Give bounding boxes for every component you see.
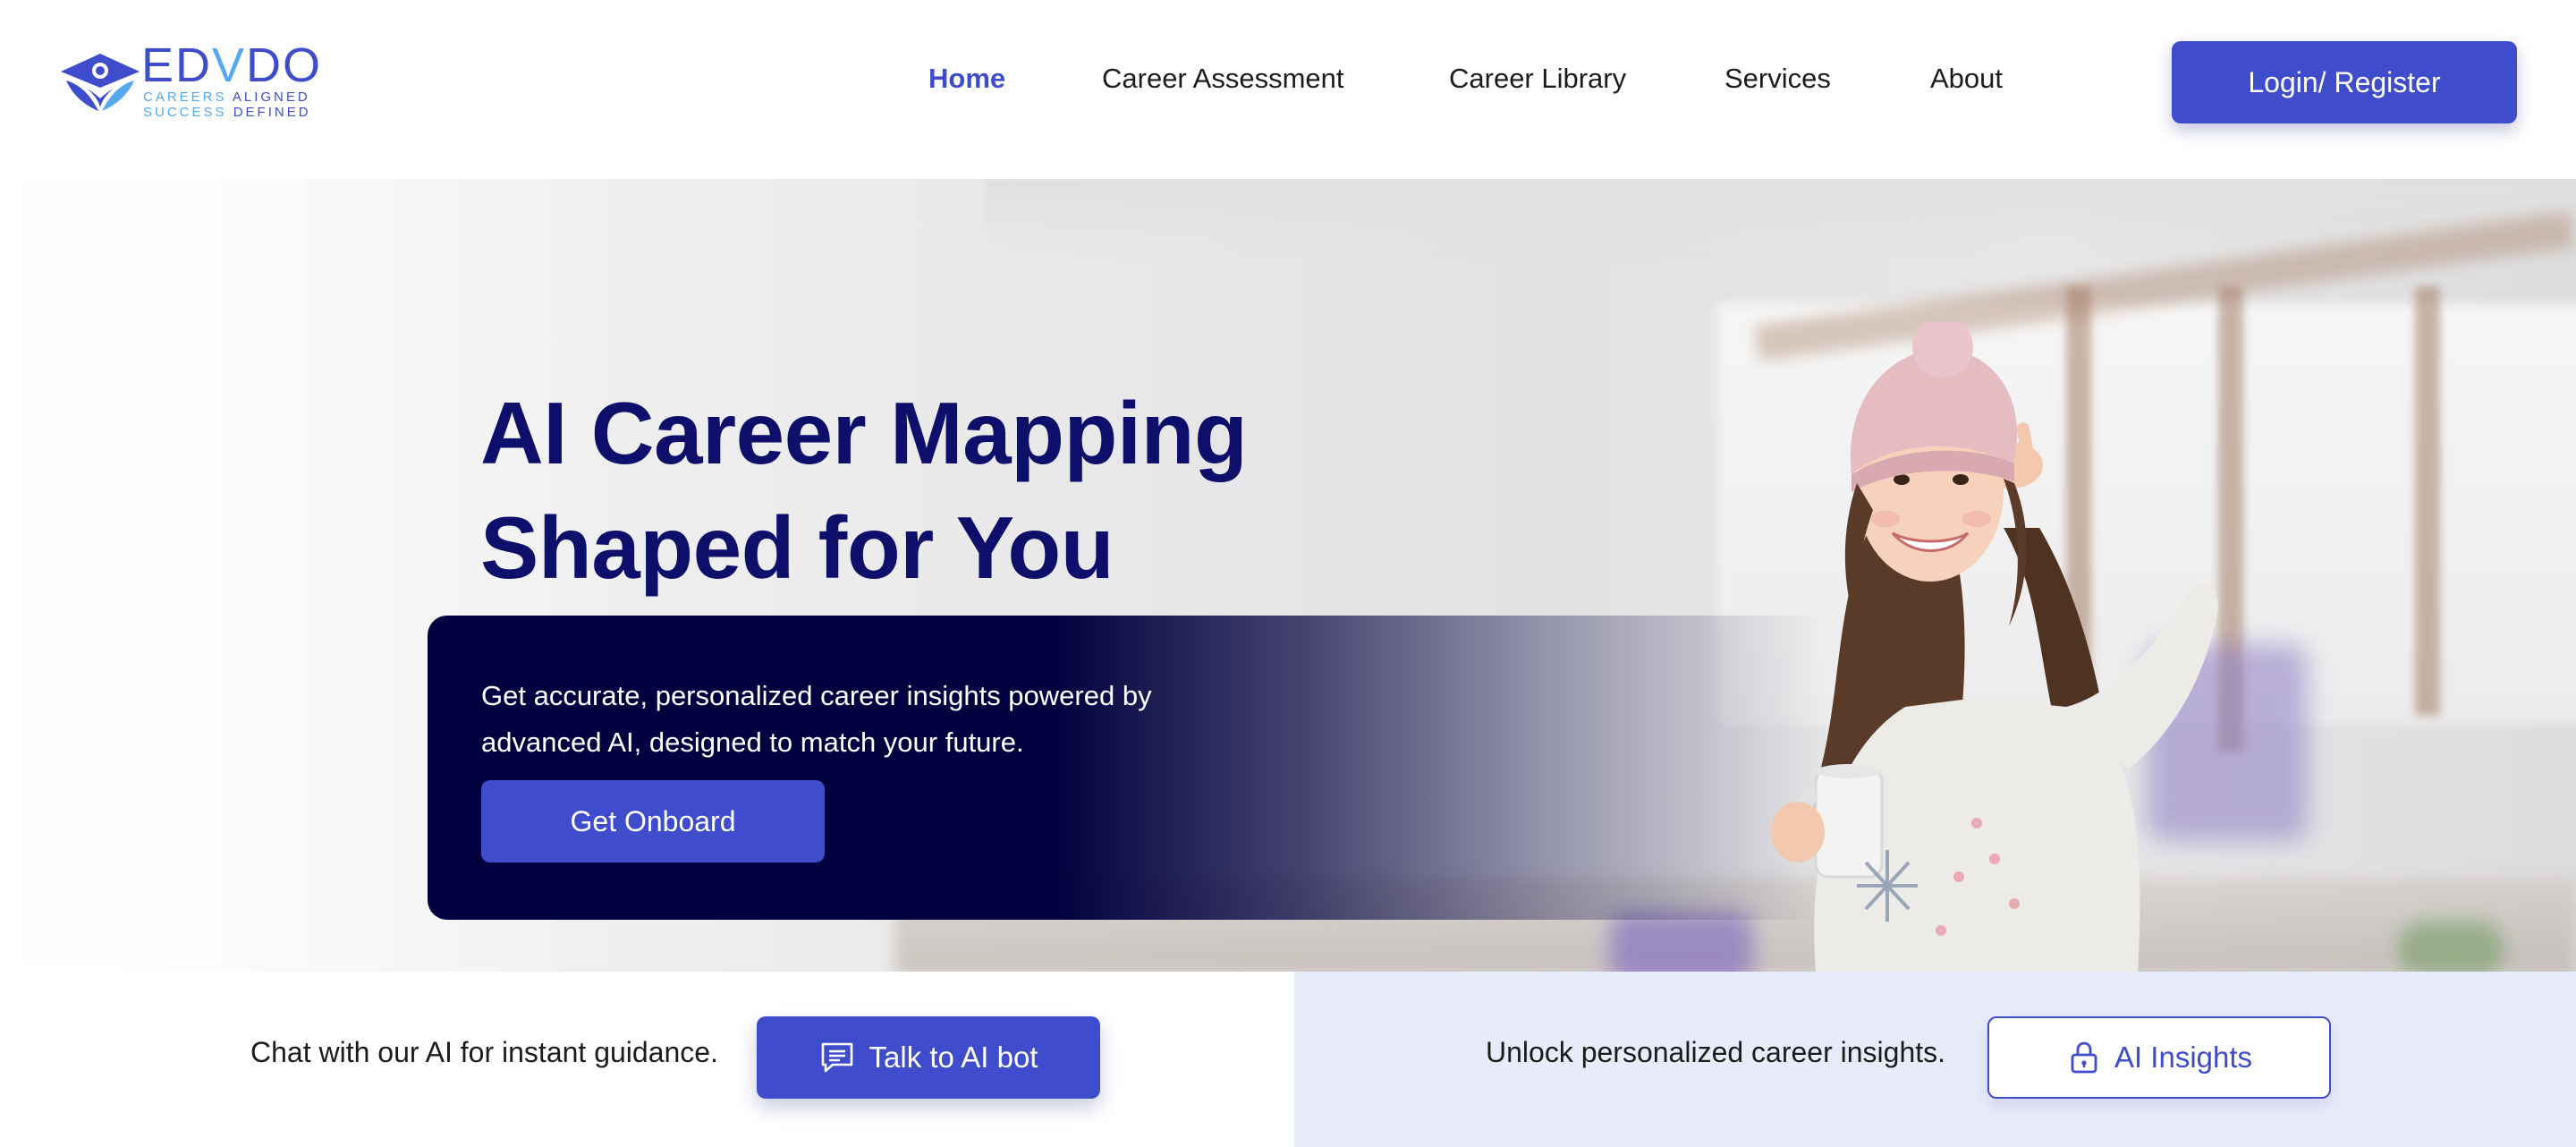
login-register-button[interactable]: Login/ Register — [2172, 41, 2517, 123]
talk-to-ai-bot-button[interactable]: Talk to AI bot — [757, 1016, 1100, 1099]
brand-tagline: CAREERS ALIGNED SUCCESS DEFINED — [143, 89, 311, 120]
nav-item-home[interactable]: Home — [928, 63, 1005, 95]
nav-item-career-assessment[interactable]: Career Assessment — [1102, 63, 1344, 95]
background-ceiling — [984, 179, 2576, 259]
insights-bar: Unlock personalized career insights. AI … — [1294, 972, 2576, 1147]
lock-icon — [2066, 1040, 2102, 1075]
ai-insights-button[interactable]: AI Insights — [1987, 1016, 2331, 1099]
talk-to-ai-bot-label: Talk to AI bot — [869, 1041, 1038, 1074]
site-header: EDVDO CAREERS ALIGNED SUCCESS DEFINED Ho… — [0, 0, 2576, 179]
hero-title: AI Career Mapping Shaped for You — [480, 376, 1248, 605]
ai-insights-label: AI Insights — [2114, 1041, 2253, 1074]
brand-logo[interactable]: EDVDO CAREERS ALIGNED SUCCESS DEFINED — [59, 38, 327, 123]
graduation-person-icon — [61, 54, 140, 111]
hero-title-line-2: Shaped for You — [480, 498, 1114, 597]
nav-item-career-library[interactable]: Career Library — [1449, 63, 1626, 95]
hero-girl-image — [1771, 322, 2218, 972]
brand-name: EDVDO — [141, 38, 323, 92]
chat-message-icon — [819, 1040, 855, 1075]
hero-panel: Get accurate, personalized career insigh… — [428, 616, 1823, 920]
hero-description: Get accurate, personalized career insigh… — [481, 680, 1152, 758]
hero-title-line-1: AI Career Mapping — [480, 384, 1248, 482]
get-onboard-button[interactable]: Get Onboard — [481, 780, 825, 862]
nav-item-services[interactable]: Services — [1724, 63, 1831, 95]
background-plant — [2397, 922, 2504, 972]
insights-prompt-text: Unlock personalized career insights. — [1486, 1036, 1946, 1068]
hero-section: AI Career Mapping Shaped for You Get acc… — [0, 179, 2576, 972]
chat-prompt-text: Chat with our AI for instant guidance. — [250, 1036, 718, 1068]
background-window-frame — [2415, 286, 2440, 716]
chat-bar: Chat with our AI for instant guidance. T… — [0, 972, 1294, 1147]
nav-item-about[interactable]: About — [1930, 63, 2003, 95]
